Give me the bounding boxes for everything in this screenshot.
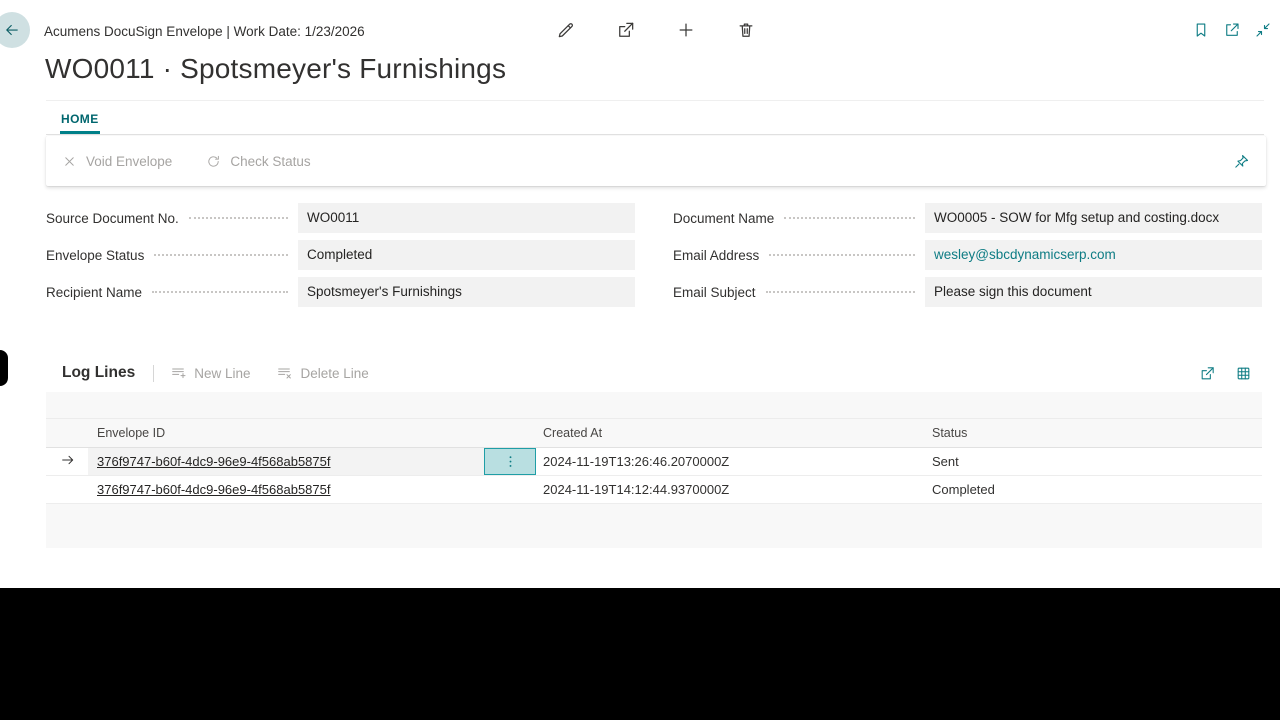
dotted-leader (769, 254, 915, 256)
field-email-subject: Email Subject Please sign this document (673, 277, 1262, 307)
field-envelope-status: Envelope Status Completed (46, 240, 635, 270)
window-controls (1192, 21, 1272, 39)
share-icon[interactable] (616, 20, 636, 40)
field-recipient-name: Recipient Name Spotsmeyer's Furnishings (46, 277, 635, 307)
fields-right-column: Document Name WO0005 - SOW for Mfg setup… (673, 203, 1262, 314)
document-name-value[interactable]: WO0005 - SOW for Mfg setup and costing.d… (925, 203, 1262, 233)
arrow-right-icon (60, 452, 76, 468)
dotted-leader (152, 291, 288, 293)
dotted-leader (784, 217, 915, 219)
log-lines-right-icons (1199, 365, 1252, 382)
envelope-id-cell[interactable]: 376f9747-b60f-4dc9-96e9-4f568ab5875f (88, 476, 484, 503)
field-label: Document Name (673, 211, 774, 226)
arrow-left-icon (3, 21, 21, 39)
recipient-name-value[interactable]: Spotsmeyer's Furnishings (298, 277, 635, 307)
table-header-row: Envelope ID Created At Status (46, 418, 1262, 448)
column-status[interactable]: Status (925, 426, 1262, 440)
fields-left-column: Source Document No. WO0011 Envelope Stat… (46, 203, 635, 314)
email-address-value[interactable]: wesley@sbcdynamicserp.com (925, 240, 1262, 270)
letterbox-bottom (0, 588, 1280, 720)
active-row-indicator (46, 452, 88, 471)
breadcrumb[interactable]: Acumens DocuSign Envelope | Work Date: 1… (44, 24, 365, 39)
back-button[interactable] (0, 12, 30, 48)
source-document-no-value[interactable]: WO0011 (298, 203, 635, 233)
tab-home[interactable]: HOME (60, 103, 100, 134)
field-label: Email Address (673, 248, 759, 263)
general-fields: Source Document No. WO0011 Envelope Stat… (46, 203, 1262, 314)
edit-icon[interactable] (556, 20, 576, 40)
envelope-id-link[interactable]: 376f9747-b60f-4dc9-96e9-4f568ab5875f (97, 482, 330, 497)
dotted-leader (766, 291, 915, 293)
dotted-leader (154, 254, 288, 256)
pin-icon[interactable] (1233, 153, 1250, 170)
log-lines-toolbar: Log Lines New Line Delete Line (46, 354, 1262, 392)
field-label: Email Subject (673, 285, 756, 300)
open-in-new-window-icon[interactable] (1223, 21, 1241, 39)
status-cell[interactable]: Sent (925, 454, 1262, 469)
toolbar-divider (153, 365, 154, 382)
command-bar: Void Envelope Check Status (46, 136, 1266, 186)
delete-line-label: Delete Line (300, 366, 368, 381)
row-options-cell (484, 448, 536, 475)
envelope-id-link[interactable]: 376f9747-b60f-4dc9-96e9-4f568ab5875f (97, 454, 330, 469)
rows-x-icon (276, 365, 292, 381)
void-envelope-label: Void Envelope (86, 154, 172, 169)
log-lines-title[interactable]: Log Lines (62, 364, 135, 382)
field-email-address: Email Address wesley@sbcdynamicserp.com (673, 240, 1262, 270)
header-toolbar (556, 20, 756, 40)
field-label: Envelope Status (46, 248, 144, 263)
app-window: Acumens DocuSign Envelope | Work Date: 1… (0, 0, 1280, 720)
new-line-label: New Line (194, 366, 250, 381)
new-line-button[interactable]: New Line (170, 365, 250, 381)
envelope-status-value[interactable]: Completed (298, 240, 635, 270)
check-status-button[interactable]: Check Status (206, 154, 310, 169)
status-cell[interactable]: Completed (925, 482, 1262, 497)
field-document-name: Document Name WO0005 - SOW for Mfg setup… (673, 203, 1262, 233)
envelope-id-cell[interactable]: 376f9747-b60f-4dc9-96e9-4f568ab5875f (88, 448, 484, 475)
log-lines-grid: Envelope ID Created At Status 376f9747-b… (46, 392, 1262, 548)
field-label: Source Document No. (46, 211, 179, 226)
ellipsis-vertical-icon (503, 454, 518, 469)
overlay-notch (0, 350, 8, 386)
check-status-label: Check Status (230, 154, 310, 169)
delete-icon[interactable] (736, 20, 756, 40)
open-in-excel-icon[interactable] (1235, 365, 1252, 382)
page-title: WO0011 · Spotsmeyer's Furnishings (45, 53, 506, 85)
dotted-leader (189, 217, 288, 219)
row-options-cell (484, 476, 536, 503)
table-row[interactable]: 376f9747-b60f-4dc9-96e9-4f568ab5875f 202… (46, 476, 1262, 504)
email-subject-value[interactable]: Please sign this document (925, 277, 1262, 307)
table-row[interactable]: 376f9747-b60f-4dc9-96e9-4f568ab5875f 202… (46, 448, 1262, 476)
new-icon[interactable] (676, 20, 696, 40)
share-icon[interactable] (1199, 365, 1216, 382)
x-icon (62, 154, 77, 169)
collapse-icon[interactable] (1254, 21, 1272, 39)
column-envelope-id[interactable]: Envelope ID (88, 426, 536, 440)
refresh-icon (206, 154, 221, 169)
tab-strip: HOME (46, 100, 1264, 135)
field-label: Recipient Name (46, 285, 142, 300)
bookmark-icon[interactable] (1192, 21, 1210, 39)
void-envelope-button[interactable]: Void Envelope (62, 154, 172, 169)
rows-plus-icon (170, 365, 186, 381)
field-source-document-no: Source Document No. WO0011 (46, 203, 635, 233)
created-at-cell[interactable]: 2024-11-19T14:12:44.9370000Z (536, 482, 925, 497)
row-options-button[interactable] (484, 448, 536, 475)
log-lines-part: Log Lines New Line Delete Line (46, 354, 1262, 548)
delete-line-button[interactable]: Delete Line (276, 365, 368, 381)
column-created-at[interactable]: Created At (536, 426, 925, 440)
created-at-cell[interactable]: 2024-11-19T13:26:46.2070000Z (536, 454, 925, 469)
